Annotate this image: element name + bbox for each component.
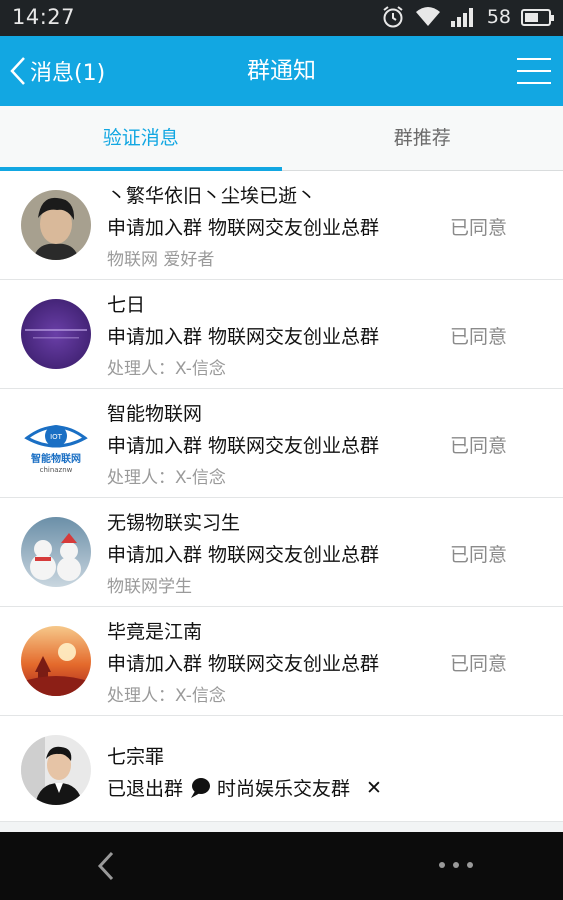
notice-note: 处理人：X-信念: [107, 468, 226, 488]
tab-bar: 验证消息 群推荐: [0, 106, 563, 171]
more-dots-icon: [439, 862, 445, 868]
applicant-name: 丶繁华依旧丶尘埃已逝丶: [107, 185, 317, 207]
status-badge: 已同意: [449, 653, 507, 675]
notice-item[interactable]: 七日 申请加入群 物联网交友创业总群 处理人：X-信念 已同意: [0, 280, 563, 389]
iot-domain: chinaznw: [40, 466, 73, 474]
notice-item[interactable]: 无锡物联实习生 申请加入群 物联网交友创业总群 物联网学生 已同意: [0, 498, 563, 607]
notice-action: 申请加入群 物联网交友创业总群: [107, 217, 380, 239]
status-badge: 已同意: [449, 544, 507, 566]
alarm-icon: [383, 6, 403, 28]
group-name: 时尚娱乐交友群: [217, 778, 351, 800]
status-icons: 58: [381, 5, 554, 29]
navigation-bar: [0, 832, 563, 900]
iot-badge: IOT: [50, 433, 63, 441]
battery-icon: [521, 8, 554, 26]
battery-percent: 58: [486, 6, 511, 28]
applicant-name: 七日: [107, 294, 146, 316]
avatar: [21, 190, 91, 260]
status-badge: 已同意: [449, 435, 507, 457]
notice-note: 处理人：X-信念: [107, 359, 226, 379]
notice-item[interactable]: 丶繁华依旧丶尘埃已逝丶 申请加入群 物联网交友创业总群 物联网 爱好者 已同意: [0, 171, 563, 280]
signal-icon: [450, 8, 473, 27]
menu-button[interactable]: [517, 56, 551, 86]
chevron-left-icon: [10, 57, 25, 85]
status-time: 14:27: [12, 5, 76, 29]
applicant-name: 无锡物联实习生: [107, 512, 241, 534]
notice-action: 已退出群: [107, 778, 184, 800]
avatar: [21, 626, 91, 696]
avatar: [21, 517, 91, 587]
notice-action: 申请加入群 物联网交友创业总群: [107, 544, 380, 566]
iot-name: 智能物联网: [31, 452, 81, 465]
avatar: IOT 智能物联网 chinaznw: [21, 408, 91, 478]
chat-bubble-icon: [191, 777, 211, 798]
notice-item[interactable]: 七宗罪 已退出群 时尚娱乐交友群 ✕: [0, 716, 563, 822]
nav-back-button[interactable]: [92, 850, 122, 882]
menu-icon: [517, 58, 551, 60]
status-badge: 已同意: [449, 217, 507, 239]
applicant-name: 毕竟是江南: [107, 621, 203, 643]
avatar: [21, 299, 91, 369]
notice-action: 申请加入群 物联网交友创业总群: [107, 326, 380, 348]
applicant-name: 智能物联网: [107, 403, 203, 425]
notice-list: 丶繁华依旧丶尘埃已逝丶 申请加入群 物联网交友创业总群 物联网 爱好者 已同意 …: [0, 171, 563, 822]
member-name: 七宗罪: [107, 746, 165, 768]
notice-note: 处理人：X-信念: [107, 686, 226, 706]
notice-note: 物联网学生: [107, 577, 192, 597]
notice-action: 申请加入群 物联网交友创业总群: [107, 653, 380, 675]
close-icon[interactable]: ✕: [366, 777, 382, 799]
notice-action-row: 已退出群 时尚娱乐交友群 ✕: [107, 774, 382, 801]
title-bar: 群通知 消息(1): [0, 36, 563, 106]
status-badge: 已同意: [449, 326, 507, 348]
back-button[interactable]: 消息(1): [8, 36, 105, 106]
wifi-icon: [415, 7, 440, 26]
tab-verification[interactable]: 验证消息: [0, 106, 282, 171]
battery-fill: [525, 12, 538, 22]
notice-note: 物联网 爱好者: [107, 250, 215, 270]
status-bar: 14:27 58: [0, 0, 563, 36]
notice-item[interactable]: IOT 智能物联网 chinaznw 智能物联网 申请加入群 物联网交友创业总群…: [0, 389, 563, 498]
more-button[interactable]: [439, 858, 473, 872]
avatar: [21, 735, 91, 805]
notice-action: 申请加入群 物联网交友创业总群: [107, 435, 380, 457]
chevron-left-icon: [97, 851, 114, 881]
back-label: 消息(1): [30, 61, 106, 86]
tab-group-recommend[interactable]: 群推荐: [282, 106, 563, 170]
notice-item[interactable]: 毕竟是江南 申请加入群 物联网交友创业总群 处理人：X-信念 已同意: [0, 607, 563, 716]
